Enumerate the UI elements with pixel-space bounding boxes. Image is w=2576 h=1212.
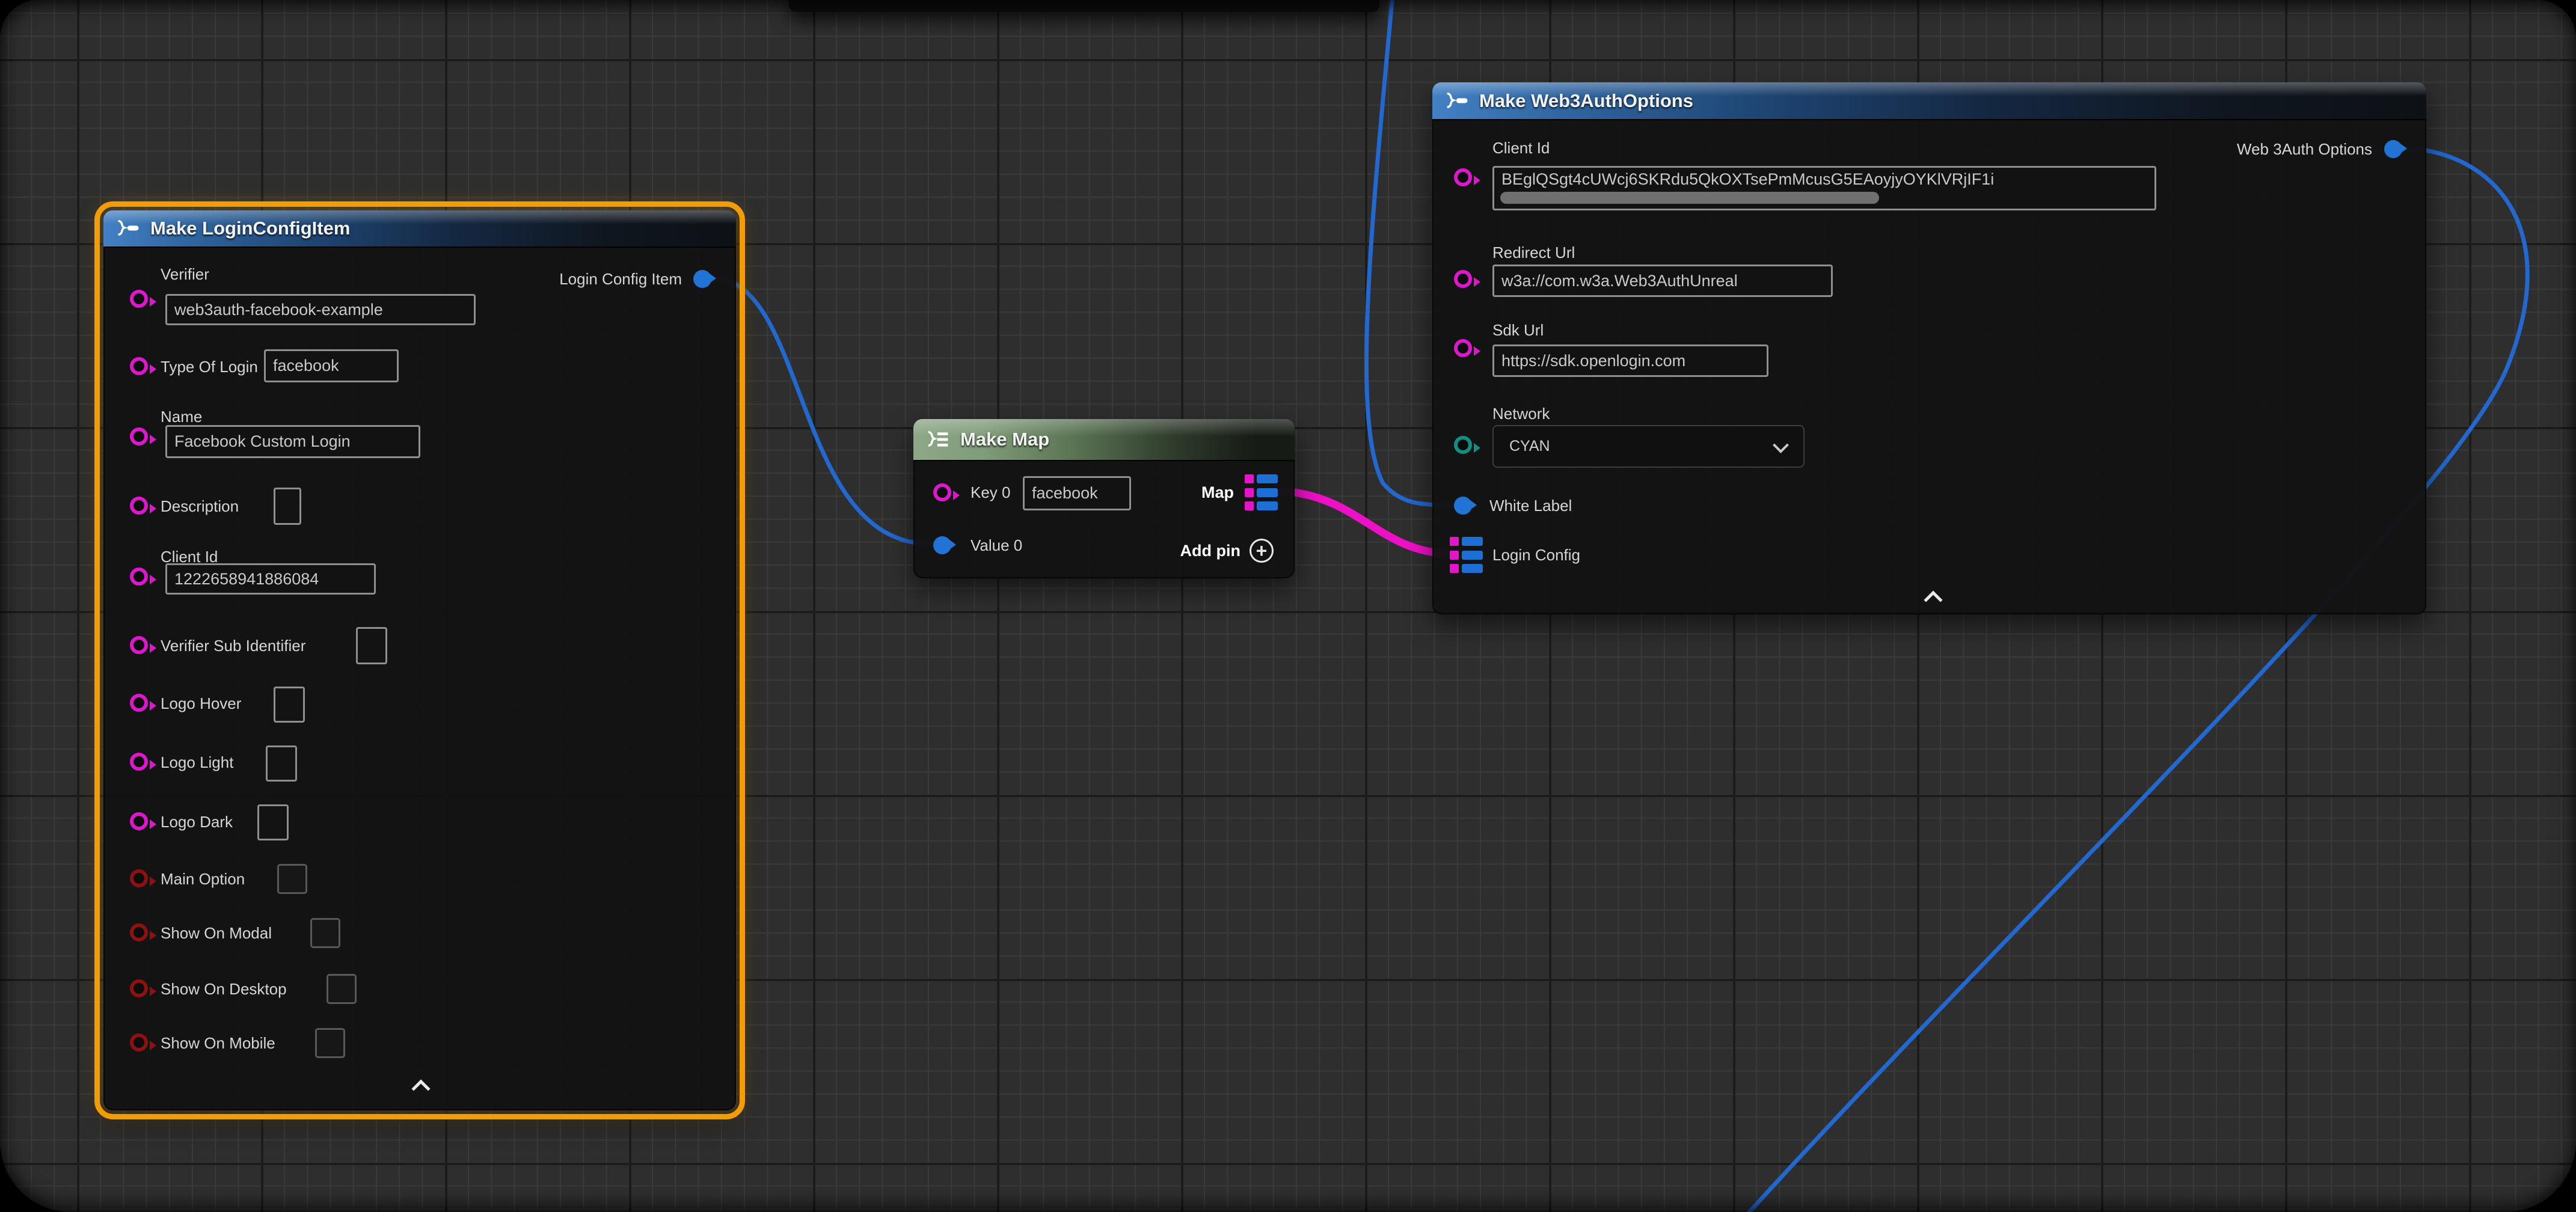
logo-hover-input[interactable] (274, 687, 305, 723)
login-config-pin[interactable] (1450, 537, 1483, 573)
logo-hover-label: Logo Hover (161, 693, 241, 714)
make-struct-icon (1444, 93, 1470, 109)
chevron-down-icon (1773, 437, 1789, 453)
redirect-url-input[interactable]: w3a://com.w3a.Web3AuthUnreal (1492, 265, 1833, 297)
node-header-make-map[interactable]: Make Map (913, 419, 1295, 461)
value-0-pin[interactable] (933, 536, 951, 554)
show-on-modal-checkbox[interactable] (310, 918, 340, 948)
name-pin[interactable] (130, 427, 148, 445)
show-on-mobile-pin[interactable] (130, 1033, 148, 1051)
logo-dark-input[interactable] (257, 804, 289, 840)
logo-dark-pin[interactable] (130, 812, 148, 830)
web3auth-options-output-pin[interactable] (2384, 140, 2402, 158)
name-input[interactable]: Facebook Custom Login (165, 425, 420, 458)
make-struct-icon (115, 220, 141, 237)
redirect-url-pin[interactable] (1454, 270, 1472, 288)
map-output-label: Map (1201, 482, 1234, 503)
web3auth-options-output-label: Web 3Auth Options (2237, 139, 2372, 159)
network-dropdown[interactable]: CYAN (1492, 425, 1805, 468)
login-config-label: Login Config (1492, 545, 1580, 565)
main-option-label: Main Option (161, 869, 245, 889)
make-map-icon (925, 431, 951, 448)
logo-light-pin[interactable] (130, 753, 148, 771)
verifier-input[interactable]: web3auth-facebook-example (165, 294, 476, 325)
type-of-login-input[interactable]: facebook (264, 349, 399, 382)
node-header-make-loginconfigitem[interactable]: Make LoginConfigItem (103, 210, 736, 248)
login-config-item-output-pin[interactable] (693, 270, 711, 288)
show-on-desktop-pin[interactable] (130, 979, 148, 997)
verifier-sub-identifier-label: Verifier Sub Identifier (161, 635, 305, 656)
output-pin-label: Login Config Item (559, 269, 682, 289)
node-title: Make Map (960, 429, 1049, 450)
client-id-scrollbar[interactable] (1500, 192, 1879, 204)
name-label: Name (161, 406, 202, 427)
type-of-login-label: Type Of Login (161, 357, 258, 377)
node-title: Make Web3AuthOptions (1479, 90, 1693, 112)
client-id-pin[interactable] (130, 568, 148, 586)
description-label: Description (161, 496, 239, 516)
client-id-pin[interactable] (1454, 168, 1472, 186)
white-label-pin[interactable] (1454, 497, 1472, 515)
verifier-label: Verifier (161, 264, 209, 284)
client-id-value: BEglQSgt4cUWcj6SKRdu5QkOXTsePmMcusG5EAoy… (1501, 170, 1994, 189)
client-id-input[interactable]: 1222658941886084 (165, 563, 376, 595)
key-0-input[interactable]: facebook (1023, 476, 1131, 510)
show-on-mobile-checkbox[interactable] (315, 1028, 345, 1058)
map-output-pin[interactable] (1245, 474, 1278, 510)
redirect-url-label: Redirect Url (1492, 242, 1575, 263)
network-label: Network (1492, 403, 1550, 424)
add-pin-button[interactable]: Add pin + (1180, 539, 1274, 563)
value-0-label: Value 0 (971, 535, 1022, 556)
offscreen-node-bottom-edge[interactable] (789, 0, 1379, 12)
description-input[interactable] (274, 488, 301, 525)
node-make-loginconfigitem[interactable]: Make LoginConfigItem Login Config Item V… (103, 210, 736, 1110)
wire-loginconfigitem-to-map-value[interactable] (716, 278, 931, 544)
verifier-pin[interactable] (130, 290, 148, 308)
node-make-map[interactable]: Make Map Key 0 facebook Map Value 0 Add … (913, 419, 1295, 578)
node-header-make-web3authoptions[interactable]: Make Web3AuthOptions (1432, 82, 2426, 120)
network-pin[interactable] (1454, 436, 1472, 454)
logo-light-label: Logo Light (161, 752, 233, 773)
client-id-label: Client Id (1492, 138, 1550, 158)
show-on-mobile-label: Show On Mobile (161, 1033, 275, 1053)
white-label-label: White Label (1489, 495, 1572, 516)
logo-light-input[interactable] (266, 745, 297, 782)
show-on-modal-label: Show On Modal (161, 923, 272, 943)
node-make-web3authoptions[interactable]: Make Web3AuthOptions Web 3Auth Options C… (1432, 82, 2426, 614)
sdk-url-pin[interactable] (1454, 339, 1472, 357)
collapse-chevron-icon[interactable] (410, 1076, 432, 1094)
verifier-sub-identifier-input[interactable] (356, 627, 387, 664)
main-option-checkbox[interactable] (277, 864, 307, 894)
show-on-modal-pin[interactable] (130, 923, 148, 941)
blueprint-graph-canvas[interactable]: Make LoginConfigItem Login Config Item V… (0, 0, 2576, 1212)
show-on-desktop-label: Show On Desktop (161, 979, 287, 999)
network-value: CYAN (1509, 438, 1550, 455)
show-on-desktop-checkbox[interactable] (327, 974, 357, 1004)
collapse-chevron-icon[interactable] (1922, 587, 1944, 605)
key-0-pin[interactable] (933, 483, 951, 501)
sdk-url-label: Sdk Url (1492, 320, 1544, 340)
description-pin[interactable] (130, 497, 148, 515)
sdk-url-input[interactable]: https://sdk.openlogin.com (1492, 344, 1768, 377)
logo-hover-pin[interactable] (130, 694, 148, 712)
wire-map-to-login-config[interactable] (1280, 491, 1449, 554)
client-id-input[interactable]: BEglQSgt4cUWcj6SKRdu5QkOXTsePmMcusG5EAoy… (1492, 166, 2156, 210)
node-title: Make LoginConfigItem (150, 218, 350, 239)
main-option-pin[interactable] (130, 869, 148, 887)
type-of-login-pin[interactable] (130, 357, 148, 375)
verifier-sub-identifier-pin[interactable] (130, 636, 148, 654)
add-pin-label: Add pin (1180, 540, 1240, 561)
add-pin-plus-icon: + (1250, 539, 1274, 563)
key-0-label: Key 0 (971, 482, 1011, 503)
logo-dark-label: Logo Dark (161, 812, 233, 832)
